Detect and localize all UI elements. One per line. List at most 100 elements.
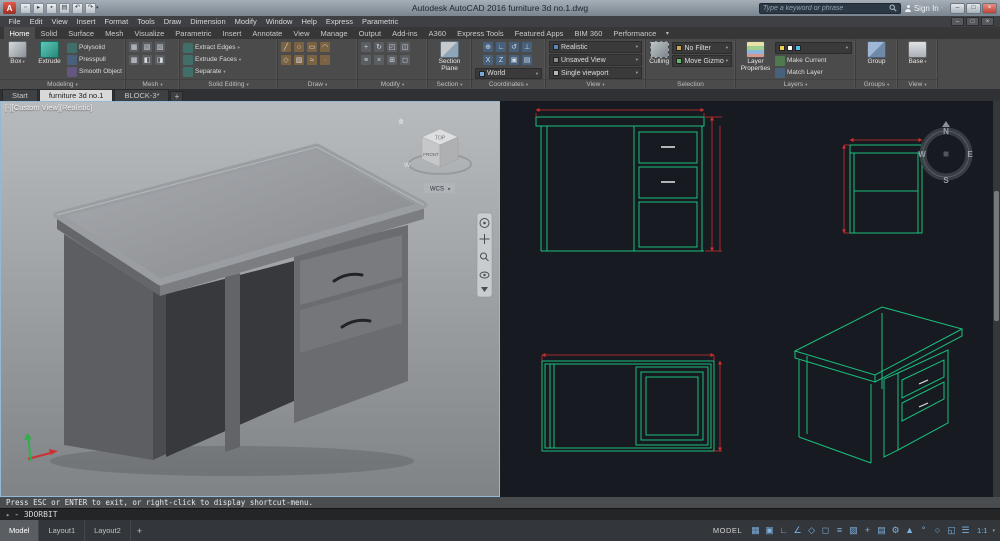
annotation-icon[interactable]: ▲ — [903, 526, 916, 535]
mesh-smooth-icon[interactable]: ▦ — [129, 42, 139, 52]
mesh-crease-icon[interactable]: ▩ — [129, 55, 139, 65]
base-button[interactable]: Base ▾ — [901, 41, 934, 66]
smooth-object-button[interactable]: Smooth Object — [67, 66, 122, 77]
autocad-logo-icon[interactable]: A — [3, 2, 16, 14]
panel-label-section[interactable]: Section ▾ — [428, 79, 471, 89]
doc-minimize-button[interactable]: – — [951, 17, 964, 26]
signin-button[interactable]: Sign In ▾ — [905, 4, 943, 13]
panel-label-modify[interactable]: Modify ▾ — [358, 79, 427, 89]
extract-edges-button[interactable]: Extract Edges ▾ — [183, 42, 274, 53]
search-input[interactable] — [762, 4, 887, 12]
mesh-split-icon[interactable]: ◧ — [142, 55, 152, 65]
customization-icon[interactable]: ☰ — [959, 526, 972, 535]
ucs-view-icon[interactable]: ▣ — [509, 55, 519, 65]
ucs-origin-icon[interactable]: ⊥ — [522, 42, 532, 52]
mirror-icon[interactable]: ◫ — [400, 42, 410, 52]
culling-button[interactable]: Culling — [649, 41, 669, 66]
tab-parametric[interactable]: Parametric — [170, 27, 217, 39]
ucs-z-icon[interactable]: Z — [496, 55, 506, 65]
presspull-button[interactable]: Presspull — [67, 54, 122, 65]
match-layer-button[interactable]: Match Layer — [775, 67, 852, 78]
menu-item[interactable]: Edit — [25, 17, 47, 26]
panel-label-view-base[interactable]: View ▾ — [898, 79, 937, 89]
panel-label-view[interactable]: View ▾ — [546, 79, 645, 89]
maximize-button[interactable]: □ — [966, 2, 981, 14]
selection-filter-dropdown[interactable]: No Filter ▾ — [672, 42, 732, 54]
extrude-button[interactable]: Extrude — [35, 41, 64, 66]
minimize-button[interactable]: – — [950, 2, 965, 14]
scale-caret-icon[interactable]: ▾ — [992, 528, 995, 534]
panel-label-solid-editing[interactable]: Solid Editing ▾ — [180, 79, 277, 89]
tab-performance[interactable]: Performance — [608, 27, 662, 39]
tab-solid[interactable]: Solid — [35, 27, 63, 39]
viewcube[interactable]: W TOP FRONT WCS ▾ — [398, 118, 472, 193]
tab-visualize[interactable]: Visualize — [129, 27, 170, 39]
tab-a360[interactable]: A360 — [423, 27, 452, 39]
named-view-dropdown[interactable]: Unsaved View ▾ — [549, 54, 642, 66]
scale-icon[interactable]: ◰ — [387, 42, 397, 52]
tab-surface[interactable]: Surface — [63, 27, 100, 39]
polysolid-button[interactable]: Polysolid — [67, 42, 122, 53]
tab-mesh[interactable]: Mesh — [100, 27, 129, 39]
rectangle-icon[interactable]: ▭ — [307, 42, 317, 52]
erase-icon[interactable]: ◻ — [400, 55, 410, 65]
compass[interactable]: N E S W — [918, 121, 973, 185]
panel-label-coordinates[interactable]: Coordinates ▾ — [472, 79, 545, 89]
ortho-icon[interactable]: ∟ — [777, 526, 790, 535]
clean-screen-icon[interactable]: ◱ — [945, 526, 958, 535]
panel-label-draw[interactable]: Draw ▾ — [278, 79, 357, 89]
move-icon[interactable]: + — [361, 42, 371, 52]
isometric-view-drawing[interactable] — [793, 306, 964, 464]
qat-undo-icon[interactable]: ↶ — [72, 2, 83, 14]
annotation-scale-button[interactable]: 1:1 — [974, 526, 990, 535]
ucs-previous-icon[interactable]: ↺ — [509, 42, 519, 52]
file-tab-furniture[interactable]: furniture 3d no.1 — [38, 89, 114, 101]
section-plane-button[interactable]: Section Plane — [433, 41, 466, 73]
dynamic-input-icon[interactable]: + — [861, 526, 874, 535]
menu-item[interactable]: Help — [297, 17, 321, 26]
layer-dropdown[interactable]: ▾ — [775, 42, 852, 54]
polygon-icon[interactable]: ◇ — [281, 55, 291, 65]
qat-dropdown-icon[interactable]: ▾ — [96, 5, 99, 11]
front-view-drawing[interactable] — [535, 108, 722, 252]
mesh-box-icon[interactable]: ▧ — [142, 42, 152, 52]
line-icon[interactable]: ╱ — [281, 42, 291, 52]
arc-icon[interactable]: ◠ — [320, 42, 330, 52]
viewport-controls-label[interactable]: [-][Custom View][Realistic] — [5, 103, 92, 112]
tab-express-tools[interactable]: Express Tools — [452, 27, 510, 39]
units-icon[interactable]: ° — [917, 526, 930, 535]
vertical-scrollbar[interactable] — [993, 101, 1000, 497]
layer-properties-button[interactable]: Layer Properties — [739, 41, 772, 73]
isodraft-icon[interactable]: ◇ — [805, 526, 818, 535]
rotate-icon[interactable]: ↻ — [374, 42, 384, 52]
ucs-icon[interactable]: ∟ — [496, 42, 506, 52]
spline-icon[interactable]: ≈ — [307, 55, 317, 65]
trim-icon[interactable]: × — [374, 55, 384, 65]
file-tab-start[interactable]: Start — [2, 89, 38, 101]
menu-item[interactable]: File — [4, 17, 25, 26]
menu-item[interactable]: Parametric — [357, 17, 402, 26]
tab-manage[interactable]: Manage — [315, 27, 353, 39]
top-view-drawing[interactable] — [541, 353, 722, 452]
qat-redo-icon[interactable]: ↷ — [85, 2, 96, 14]
side-view-drawing[interactable] — [842, 138, 923, 234]
tab-output[interactable]: Output — [353, 27, 387, 39]
menu-item[interactable]: Express — [321, 17, 357, 26]
menu-item[interactable]: Modify — [230, 17, 261, 26]
doc-close-button[interactable]: × — [981, 17, 994, 26]
menu-item[interactable]: Dimension — [186, 17, 230, 26]
extrude-faces-button[interactable]: Extrude Faces ▾ — [183, 54, 274, 65]
panel-label-layers[interactable]: Layers ▾ — [736, 79, 855, 89]
menu-item[interactable]: Insert — [72, 17, 100, 26]
scrollbar-thumb[interactable] — [994, 191, 999, 321]
lineweight-icon[interactable]: ≡ — [833, 526, 846, 535]
tab-view[interactable]: View — [288, 27, 315, 39]
gizmo-dropdown[interactable]: Move Gizmo ▾ — [672, 55, 732, 67]
ucs-dropdown[interactable]: World ▾ — [475, 68, 542, 79]
tab-annotate[interactable]: Annotate — [247, 27, 288, 39]
ucs-world-icon[interactable]: ⊕ — [483, 42, 493, 52]
panel-label-groups[interactable]: Groups ▾ — [856, 79, 897, 89]
doc-restore-button[interactable]: □ — [966, 17, 979, 26]
panel-label-selection[interactable]: Selection — [646, 79, 735, 89]
workspace-gear-icon[interactable]: ⚙ — [889, 526, 902, 535]
